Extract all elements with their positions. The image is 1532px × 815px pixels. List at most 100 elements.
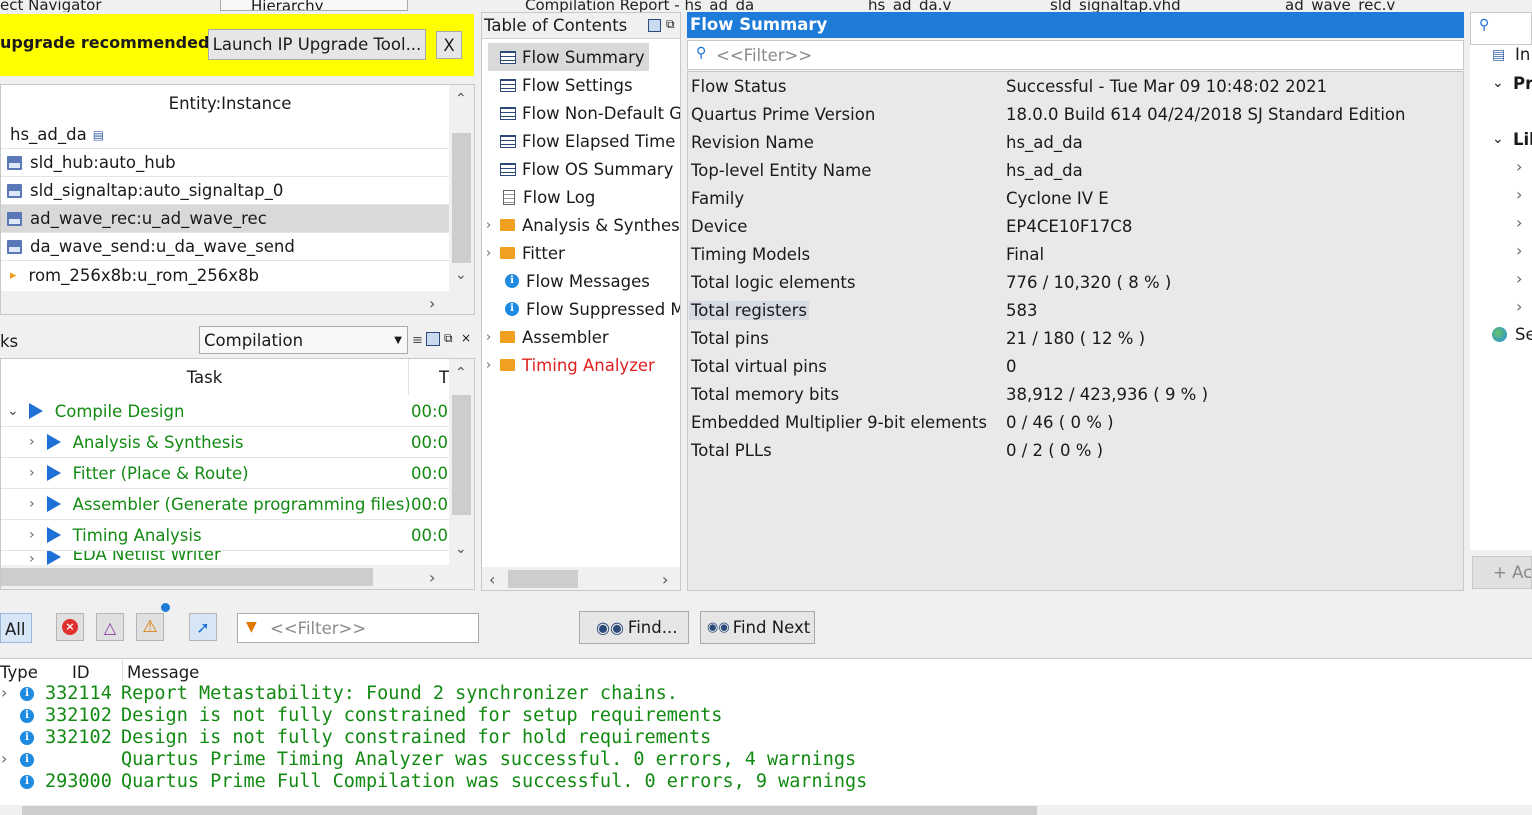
hierarchy-vscrollbar[interactable]: ⌃ ⌄ (449, 85, 474, 291)
scroll-up-icon[interactable]: ⌃ (455, 365, 467, 381)
chevron-right-icon[interactable]: › (486, 218, 500, 233)
messages-hscrollbar[interactable] (0, 805, 1532, 815)
toc-item-flow-suppressed[interactable]: i Flow Suppressed Messages (488, 295, 680, 323)
task-row-fitter[interactable]: › Fitter (Place & Route) 00:0 (1, 458, 449, 489)
flow-summary-row[interactable]: Total PLLs 0 / 2 ( 0 % ) (688, 437, 1462, 465)
chevron-right-icon[interactable]: › (1, 683, 7, 702)
hierarchy-select[interactable]: Hierarchy (220, 0, 408, 11)
right-item-se[interactable]: Se (1515, 325, 1532, 344)
task-row-timing-analysis[interactable]: › Timing Analysis 00:0 (1, 520, 449, 551)
chevron-right-icon[interactable]: › (1516, 213, 1522, 232)
chevron-right-icon[interactable]: › (29, 496, 35, 512)
chevron-right-icon[interactable]: › (1516, 269, 1522, 288)
tasks-vscrollbar[interactable]: ⌃ ⌄ (449, 359, 474, 565)
tab-ad-wave-rec[interactable]: ad_wave_rec.v (1265, 0, 1455, 12)
chevron-right-icon[interactable]: › (1, 749, 7, 768)
find-button[interactable]: ◉◉ Find... (579, 611, 689, 644)
scroll-down-icon[interactable]: ⌄ (455, 267, 467, 283)
toc-item-flow-settings[interactable]: Flow Settings (488, 71, 633, 99)
right-item-in[interactable]: In (1515, 45, 1530, 64)
message-row[interactable]: › i 332114 Report Metastability: Found 2 sy… (0, 683, 1532, 705)
critical-warning-filter-button[interactable]: △ (96, 613, 124, 641)
toc-item-timing-analyzer[interactable]: › Timing Analyzer (486, 351, 655, 379)
message-filter-input[interactable]: ▼ <<Filter>> (237, 613, 479, 643)
chevron-down-icon[interactable]: ⌄ (7, 403, 19, 419)
flow-summary-row[interactable]: Revision Name hs_ad_da (688, 129, 1462, 157)
hierarchy-item[interactable]: sld_signaltap:auto_signaltap_0 (1, 177, 449, 205)
right-item-pr[interactable]: Pr (1513, 74, 1532, 93)
pin-icon[interactable] (426, 332, 440, 346)
toc-item-fitter[interactable]: › Fitter (486, 239, 565, 267)
flow-summary-row[interactable]: Quartus Prime Version 18.0.0 Build 614 04… (688, 101, 1462, 129)
hierarchy-item[interactable]: ▸ rom_256x8b:u_rom_256x8b (1, 261, 449, 289)
play-icon[interactable] (28, 403, 43, 419)
chevron-right-icon[interactable]: › (1516, 297, 1522, 316)
add-button[interactable]: + Ac (1472, 556, 1532, 589)
scroll-up-icon[interactable]: ⌃ (455, 91, 467, 107)
scroll-right-icon[interactable]: › (429, 294, 435, 313)
chevron-right-icon[interactable]: › (1516, 157, 1522, 176)
task-row-eda-netlist[interactable]: › EDA Netlist Writer (1, 551, 449, 565)
warning-filter-button[interactable]: ⚠ (136, 613, 164, 641)
scroll-thumb[interactable] (452, 133, 471, 263)
chevron-right-icon[interactable]: › (486, 358, 500, 373)
tasks-hscrollbar[interactable]: › (1, 565, 474, 589)
flow-summary-row[interactable]: Total pins 21 / 180 ( 12 % ) (688, 325, 1462, 353)
find-next-button[interactable]: ◉◉ Find Next (700, 611, 815, 644)
hierarchy-item[interactable]: sld_hub:auto_hub (1, 149, 449, 177)
chevron-down-icon[interactable]: ⌄ (1492, 131, 1504, 147)
toc-item-flow-elapsed-time[interactable]: Flow Elapsed Time (488, 127, 675, 155)
flow-summary-row[interactable]: Device EP4CE10F17C8 (688, 213, 1462, 241)
scroll-thumb[interactable] (22, 806, 1037, 815)
play-icon[interactable] (46, 434, 61, 450)
message-row[interactable]: i 293000 Quartus Prime Full Compilation wa… (0, 771, 1532, 793)
message-row[interactable]: i 332102 Design is not fully constrained f… (0, 705, 1532, 727)
scroll-down-icon[interactable]: ⌄ (455, 541, 467, 557)
right-item-lil[interactable]: Lil (1513, 130, 1532, 149)
flow-summary-row[interactable]: Top-level Entity Name hs_ad_da (688, 157, 1462, 185)
float-icon[interactable]: ⧉ (666, 17, 675, 32)
flow-summary-row[interactable]: Timing Models Final (688, 241, 1462, 269)
scroll-thumb[interactable] (508, 570, 578, 588)
toc-item-flow-non-default[interactable]: Flow Non-Default Global Settings (488, 99, 680, 127)
pin-icon[interactable] (648, 19, 661, 32)
chevron-right-icon[interactable]: › (486, 246, 500, 261)
scroll-right-icon[interactable]: › (429, 568, 435, 587)
chevron-right-icon[interactable]: › (29, 527, 35, 543)
banner-close-button[interactable]: X (436, 31, 462, 59)
message-row[interactable]: › i Quartus Prime Timing Analyzer was succ… (0, 749, 1532, 771)
toc-item-flow-log[interactable]: Flow Log (488, 183, 595, 211)
flow-summary-row[interactable]: Total memory bits 38,912 / 423,936 ( 9 % … (688, 381, 1462, 409)
hierarchy-root-row[interactable]: hs_ad_da ▤ (1, 121, 449, 149)
scroll-left-icon[interactable]: ‹ (489, 570, 495, 589)
play-icon[interactable] (46, 496, 61, 512)
message-row[interactable]: i 332102 Design is not fully constrained f… (0, 727, 1532, 749)
toc-item-flow-messages[interactable]: i Flow Messages (488, 267, 650, 295)
flow-summary-row[interactable]: Flow Status Successful - Tue Mar 09 10:48… (688, 73, 1462, 101)
task-row-analysis-synthesis[interactable]: › Analysis & Synthesis 00:0 (1, 427, 449, 458)
hierarchy-hscrollbar[interactable]: › (1, 291, 474, 314)
scroll-thumb[interactable] (1, 568, 373, 586)
flow-summary-row[interactable]: Total registers 583 (688, 297, 1462, 325)
float-icon[interactable]: ⧉ (444, 331, 453, 346)
flow-summary-filter[interactable]: ⚲ <<Filter>> (687, 40, 1464, 70)
chevron-right-icon[interactable]: › (29, 551, 35, 565)
play-icon[interactable] (46, 551, 61, 565)
flow-summary-row[interactable]: Total virtual pins 0 (688, 353, 1462, 381)
close-icon[interactable]: × (461, 331, 471, 345)
chevron-right-icon[interactable]: › (486, 330, 500, 345)
play-icon[interactable] (46, 527, 61, 543)
chevron-right-icon[interactable]: › (29, 465, 35, 481)
chevron-down-icon[interactable]: ⌄ (1492, 75, 1504, 91)
error-filter-button[interactable]: × (56, 613, 84, 641)
tab-hs-ad-da-v[interactable]: hs_ad_da.v (848, 0, 988, 12)
toc-item-flow-summary[interactable]: Flow Summary (488, 43, 649, 71)
launch-ip-upgrade-button[interactable]: Launch IP Upgrade Tool... (208, 29, 426, 60)
flow-summary-row[interactable]: Family Cyclone IV E (688, 185, 1462, 213)
scroll-thumb[interactable] (452, 395, 471, 515)
filter-all-button[interactable]: All (0, 613, 32, 643)
toc-item-assembler[interactable]: › Assembler (486, 323, 609, 351)
chevron-right-icon[interactable]: › (1516, 185, 1522, 204)
task-row-compile-design[interactable]: ⌄ Compile Design 00:0 (1, 396, 449, 427)
scroll-right-icon[interactable]: › (662, 570, 668, 589)
